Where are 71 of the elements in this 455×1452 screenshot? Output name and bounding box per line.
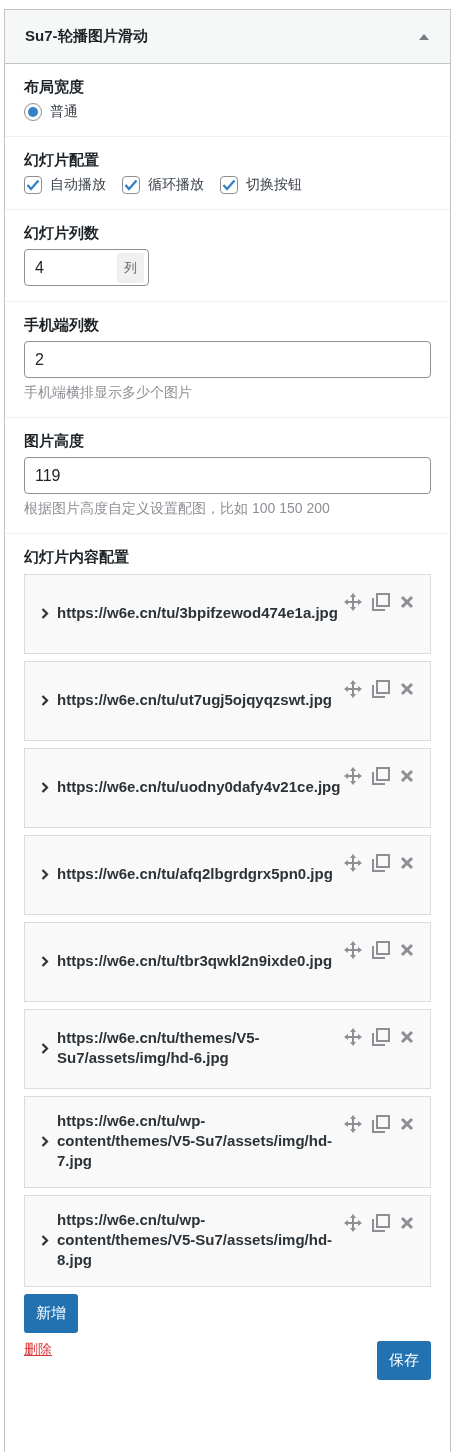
duplicate-icon[interactable]	[372, 593, 390, 611]
close-icon[interactable]	[400, 943, 414, 957]
move-icon[interactable]	[344, 680, 362, 698]
duplicate-icon[interactable]	[372, 680, 390, 698]
move-icon[interactable]	[344, 854, 362, 872]
slide-item[interactable]: https://w6e.cn/tu/themes/V5-Su7/assets/img/hd-6.jpg	[24, 1009, 431, 1089]
slide-item[interactable]: https://w6e.cn/tu/uodny0dafy4v21ce.jpg	[24, 748, 431, 828]
chevron-icon[interactable]	[41, 607, 49, 619]
close-icon[interactable]	[400, 769, 414, 783]
move-icon[interactable]	[344, 593, 362, 611]
field-label: 布局宽度	[24, 78, 85, 97]
slide-url: https://w6e.cn/tu/3bpifzewod474e1a.jpg	[57, 603, 337, 623]
slide-item[interactable]: https://w6e.cn/tu/3bpifzewod474e1a.jpg	[24, 574, 431, 654]
field-label: 幻灯片内容配置	[24, 548, 130, 567]
close-icon[interactable]	[400, 682, 414, 696]
slide-url: https://w6e.cn/tu/ut7ugj5ojqyqzswt.jpg	[57, 690, 332, 710]
duplicate-icon[interactable]	[372, 767, 390, 785]
checkbox-option[interactable]: 循环播放	[122, 176, 204, 194]
field-label: 幻灯片配置	[24, 151, 100, 170]
chevron-icon[interactable]	[41, 1042, 49, 1054]
input-field[interactable]: 4 列	[24, 249, 149, 286]
chevron-icon[interactable]	[41, 955, 49, 967]
slide-url: https://w6e.cn/tu/themes/V5-Su7/assets/img/hd-6.jpg	[57, 1028, 261, 1068]
chevron-icon[interactable]	[41, 868, 49, 880]
checkbox-option[interactable]: 自动播放	[24, 176, 106, 194]
slide-item[interactable]: https://w6e.cn/tu/ut7ugj5ojqyqzswt.jpg	[24, 661, 431, 741]
collapse-icon[interactable]	[418, 32, 430, 41]
close-icon[interactable]	[400, 856, 414, 870]
duplicate-icon[interactable]	[372, 1028, 390, 1046]
close-icon[interactable]	[400, 1117, 414, 1131]
input-field[interactable]: 119	[24, 457, 431, 494]
help-text: 手机端横排显示多少个图片	[24, 384, 193, 402]
slide-item[interactable]: https://w6e.cn/tu/tbr3qwkl2n9ixde0.jpg	[24, 922, 431, 1002]
checkbox[interactable]	[220, 176, 238, 194]
input-field[interactable]: 2	[24, 341, 431, 378]
move-icon[interactable]	[344, 1115, 362, 1133]
chevron-icon[interactable]	[41, 781, 49, 793]
checkbox[interactable]	[24, 176, 42, 194]
panel-title: Su7-轮播图片滑动	[25, 27, 148, 46]
slide-url: https://w6e.cn/tu/wp-content/themes/V5-Su7/assets/img/hd-7.jpg	[57, 1111, 334, 1171]
close-icon[interactable]	[400, 1030, 414, 1044]
slide-url: https://w6e.cn/tu/wp-content/themes/V5-Su7/assets/img/hd-8.jpg	[57, 1210, 334, 1270]
field-label: 幻灯片列数	[24, 224, 100, 243]
close-icon[interactable]	[400, 1216, 414, 1230]
move-icon[interactable]	[344, 1028, 362, 1046]
move-icon[interactable]	[344, 941, 362, 959]
field-label: 图片高度	[24, 432, 85, 451]
duplicate-icon[interactable]	[372, 854, 390, 872]
chevron-icon[interactable]	[41, 1234, 49, 1246]
close-icon[interactable]	[400, 595, 414, 609]
checkbox-option[interactable]: 切换按钮	[220, 176, 302, 194]
chevron-icon[interactable]	[41, 694, 49, 706]
duplicate-icon[interactable]	[372, 1115, 390, 1133]
checkbox[interactable]	[122, 176, 140, 194]
move-icon[interactable]	[344, 767, 362, 785]
help-text: 根据图片高度自定义设置配图，比如 100 150 200	[24, 500, 331, 518]
slide-item[interactable]: https://w6e.cn/tu/wp-content/themes/V5-Su7/assets/img/hd-8.jpg	[24, 1195, 431, 1287]
delete-link[interactable]: 删除	[24, 1341, 52, 1359]
slide-item[interactable]: https://w6e.cn/tu/wp-content/themes/V5-Su7/assets/img/hd-7.jpg	[24, 1096, 431, 1188]
unit-label: 列	[117, 252, 144, 283]
slide-url: https://w6e.cn/tu/tbr3qwkl2n9ixde0.jpg	[57, 951, 333, 971]
chevron-icon[interactable]	[41, 1135, 49, 1147]
field-label: 手机端列数	[24, 316, 100, 335]
duplicate-icon[interactable]	[372, 941, 390, 959]
duplicate-icon[interactable]	[372, 1214, 390, 1232]
move-icon[interactable]	[344, 1214, 362, 1232]
radio-option[interactable]: 普通	[24, 103, 78, 121]
add-button[interactable]: 新增	[24, 1294, 78, 1333]
save-button[interactable]: 保存	[377, 1341, 431, 1380]
slide-url: https://w6e.cn/tu/afq2lbgrdgrx5pn0.jpg	[57, 864, 333, 884]
slide-item[interactable]: https://w6e.cn/tu/afq2lbgrdgrx5pn0.jpg	[24, 835, 431, 915]
